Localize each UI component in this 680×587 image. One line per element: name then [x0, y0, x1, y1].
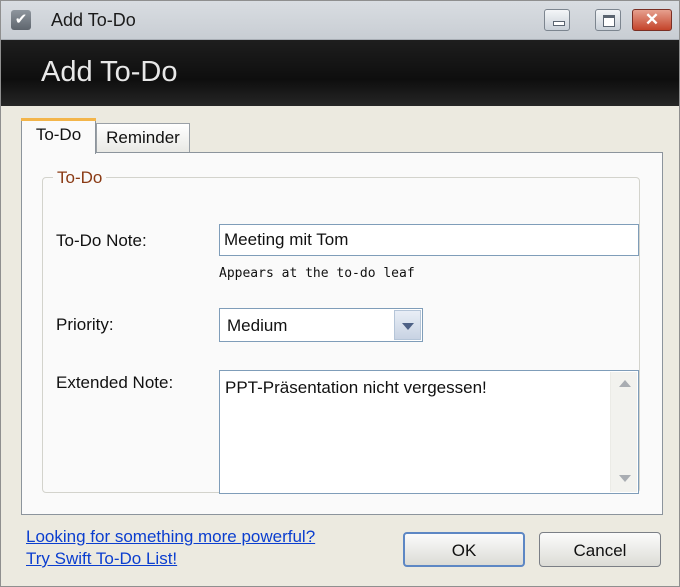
header-banner: Add To-Do — [1, 40, 679, 106]
chevron-down-icon — [402, 323, 414, 330]
tab-todo[interactable]: To-Do — [21, 118, 96, 154]
checkmark-icon: ✔ — [11, 10, 31, 30]
extended-note-label: Extended Note: — [56, 373, 174, 392]
todo-note-input[interactable]: Meeting mit Tom — [219, 224, 639, 256]
maximize-button[interactable] — [595, 9, 621, 31]
tab-todo-label: To-Do — [35, 125, 82, 144]
close-icon: ✕ — [644, 10, 660, 29]
page-title: Add To-Do — [41, 56, 178, 88]
ok-button[interactable]: OK — [403, 532, 525, 567]
minimize-button[interactable] — [544, 9, 570, 31]
todo-tab-panel: To-Do To-Do Note: Meeting mit Tom Appear… — [21, 152, 663, 515]
upgrade-link-line2[interactable]: Try Swift To-Do List! — [26, 549, 177, 569]
priority-dropdown-button[interactable] — [394, 310, 421, 340]
priority-label: Priority: — [56, 315, 114, 334]
add-todo-window: ✔ Add To-Do ✕ Add To-Do Reminder To-Do T… — [0, 0, 680, 587]
tab-active-indicator — [21, 118, 96, 121]
extended-note-text: PPT-Präsentation nicht vergessen! — [225, 378, 487, 397]
window-title: Add To-Do — [51, 10, 136, 30]
group-legend: To-Do — [53, 168, 107, 188]
scroll-down-arrow-icon[interactable] — [619, 475, 631, 482]
extended-note-scrollbar[interactable] — [610, 372, 637, 492]
scroll-up-arrow-icon[interactable] — [619, 380, 631, 387]
cancel-button[interactable]: Cancel — [539, 532, 661, 567]
tab-reminder[interactable]: Reminder — [96, 123, 190, 153]
title-bar[interactable]: ✔ Add To-Do ✕ — [1, 1, 679, 40]
priority-value: Medium — [227, 316, 288, 335]
todo-note-label: To-Do Note: — [56, 231, 147, 250]
extended-note-textarea[interactable]: PPT-Präsentation nicht vergessen! — [219, 370, 639, 494]
close-button[interactable]: ✕ — [632, 9, 672, 31]
upgrade-link-line1[interactable]: Looking for something more powerful? — [26, 527, 315, 547]
maximize-icon — [603, 15, 615, 27]
priority-select[interactable]: Medium — [219, 308, 423, 342]
minimize-icon — [553, 21, 565, 26]
todo-group-box: To-Do To-Do Note: Meeting mit Tom Appear… — [42, 168, 640, 494]
todo-note-hint: Appears at the to-do leaf — [219, 266, 415, 281]
